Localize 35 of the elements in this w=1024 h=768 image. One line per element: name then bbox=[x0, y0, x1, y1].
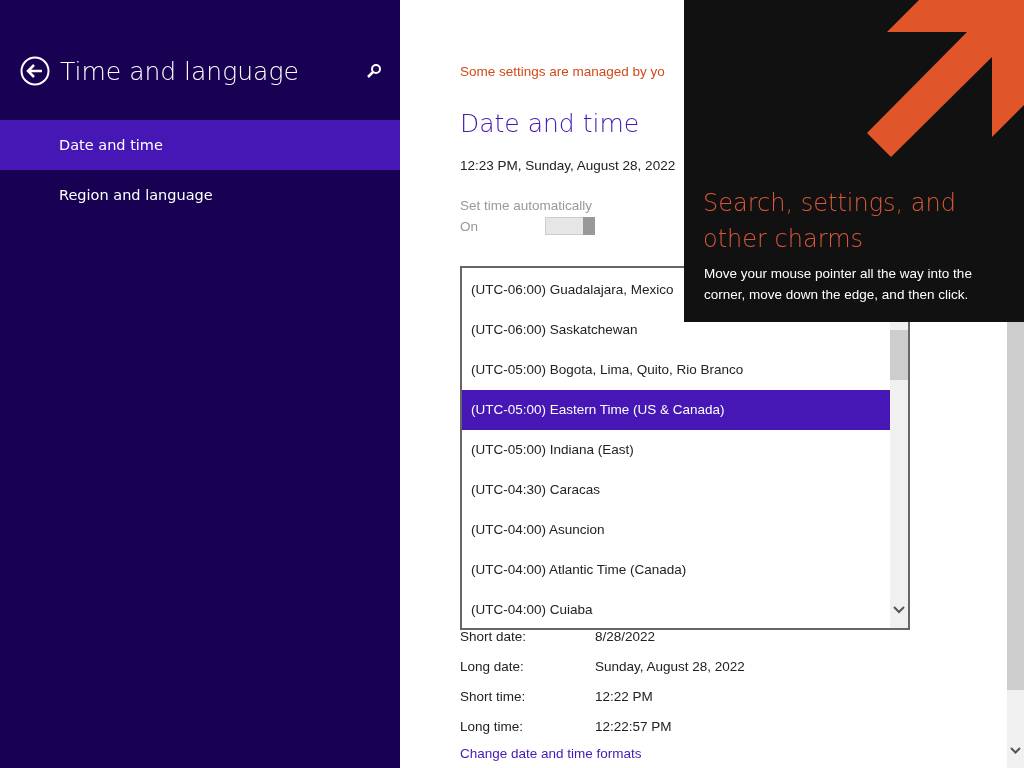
notice-text: Some settings are managed by yo bbox=[460, 64, 666, 79]
nav-item[interactable]: Date and time bbox=[0, 120, 400, 170]
time-zone-option[interactable]: (UTC-04:00) Cuiaba bbox=[462, 590, 890, 630]
toggle-switch[interactable] bbox=[545, 217, 595, 235]
format-label: Short time: bbox=[460, 688, 527, 705]
chevron-down-icon[interactable] bbox=[1010, 747, 1021, 754]
nav-item[interactable]: Region and language bbox=[0, 170, 400, 220]
format-label: Long time: bbox=[460, 718, 525, 735]
format-value: 12:22:57 PM bbox=[595, 718, 673, 735]
chevron-down-icon[interactable] bbox=[893, 606, 905, 614]
format-value: 12:22 PM bbox=[595, 688, 654, 705]
setting-label: Set time automatically bbox=[460, 198, 593, 213]
formats-link[interactable]: Change date and time formats bbox=[460, 746, 642, 761]
time-zone-option[interactable]: (UTC-04:30) Caracas bbox=[462, 470, 890, 510]
time-zone-option[interactable]: (UTC-05:00) Bogota, Lima, Quito, Rio Branco bbox=[462, 350, 890, 390]
scroll-thumb[interactable] bbox=[890, 330, 908, 380]
section-heading: Date and time bbox=[460, 109, 641, 138]
page-title: Time and language bbox=[60, 56, 300, 86]
time-zone-option[interactable]: (UTC-05:00) Eastern Time (US & Canada) bbox=[462, 390, 890, 430]
format-value: Sunday, August 28, 2022 bbox=[595, 658, 746, 675]
tip-text: Move your mouse pointer all the way into the corner, move down the edge, and then click. bbox=[704, 265, 973, 304]
arrow-icon bbox=[867, 0, 1024, 157]
search-icon[interactable] bbox=[366, 63, 382, 79]
scrollbar[interactable] bbox=[1007, 322, 1024, 768]
time-zone-option[interactable]: (UTC-04:00) Asuncion bbox=[462, 510, 890, 550]
format-label: Short date: bbox=[460, 628, 528, 645]
time-zone-option[interactable]: (UTC-05:00) Indiana (East) bbox=[462, 430, 890, 470]
time-zone-option[interactable]: (UTC-04:00) Atlantic Time (Canada) bbox=[462, 550, 890, 590]
format-label: Long date: bbox=[460, 658, 525, 675]
toggle-state: On bbox=[460, 218, 479, 234]
current-time: 12:23 PM, Sunday, August 28, 2022 bbox=[460, 158, 677, 173]
scroll-thumb[interactable] bbox=[1007, 322, 1024, 690]
back-icon[interactable] bbox=[20, 56, 50, 86]
format-value: 8/28/2022 bbox=[595, 628, 657, 645]
tip-title: Search, settings, and other charms bbox=[703, 188, 957, 255]
